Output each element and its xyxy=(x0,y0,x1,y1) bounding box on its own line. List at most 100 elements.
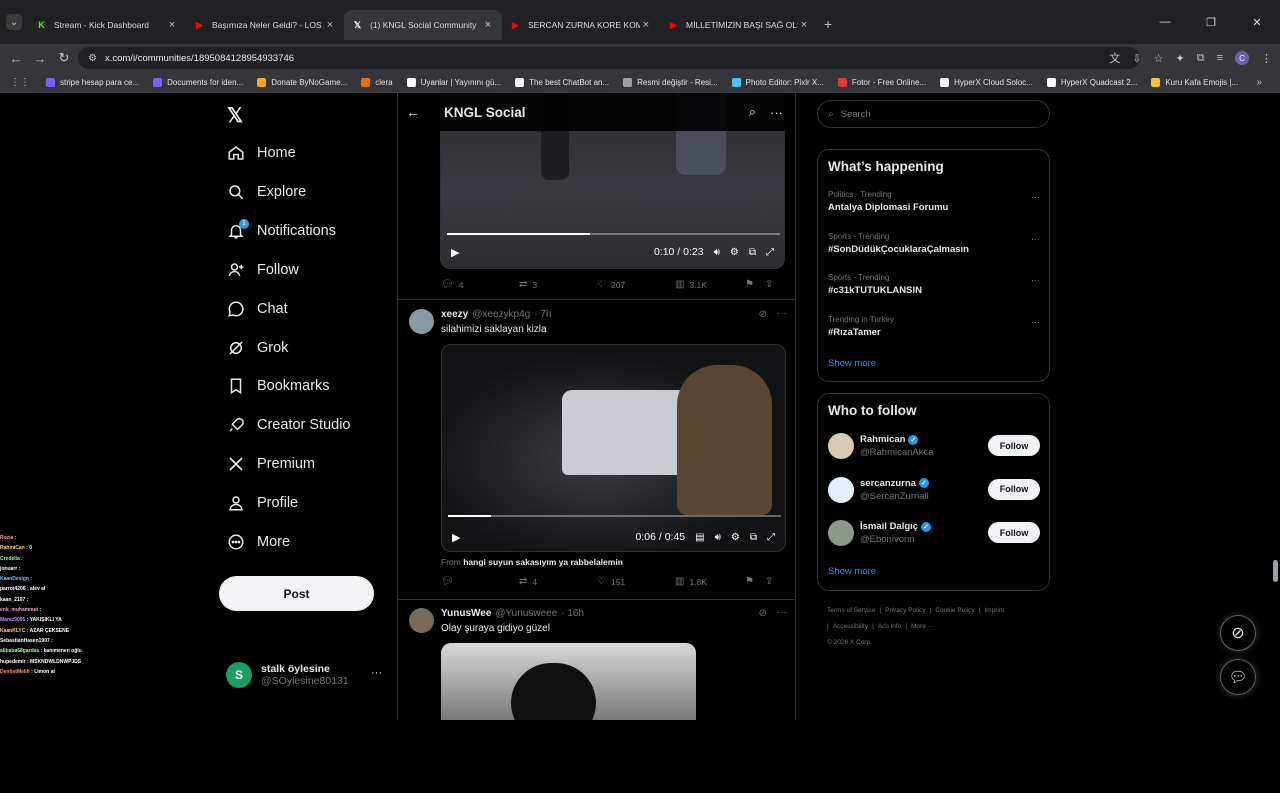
grok-icon[interactable]: ⊘ xyxy=(759,309,767,320)
bookmark-item[interactable]: Photo Editor: Pixlr X... xyxy=(731,77,824,87)
fullscreen-icon[interactable]: ⤢ xyxy=(766,247,774,258)
views-button[interactable]: ▥ 1.8K xyxy=(675,576,745,587)
search-icon[interactable]: ⌕ xyxy=(749,104,756,120)
more-options-icon[interactable]: ··· xyxy=(770,105,783,120)
tweet-age[interactable]: · 7h xyxy=(534,309,551,320)
captions-icon[interactable]: ▤ xyxy=(695,532,704,543)
back-arrow-icon[interactable]: ← xyxy=(406,104,436,120)
bookmark-item[interactable]: Donate ByNoGame... xyxy=(257,77,347,87)
search-input[interactable]: ⌕ Search xyxy=(817,100,1050,128)
footer-link[interactable]: Cookie Policy xyxy=(935,607,974,614)
trend-more-icon[interactable]: ··· xyxy=(1031,317,1040,327)
trend-item[interactable]: Politics · Trending Antalya Diplomasi For… xyxy=(828,190,1040,213)
play-icon[interactable]: ▶ xyxy=(452,531,460,544)
bookmark-button[interactable]: ⚑ xyxy=(745,576,765,587)
follow-suggestion[interactable]: Rahmican ✓ @RahmicanAkca Follow xyxy=(828,431,1040,461)
video-progress-bar[interactable] xyxy=(448,515,781,517)
tweet-image[interactable] xyxy=(441,643,696,720)
translate-icon[interactable]: 文 xyxy=(1109,50,1120,66)
nav-item-follow[interactable]: Follow xyxy=(226,260,299,280)
show-more-trends[interactable]: Show more xyxy=(828,358,876,369)
user-handle[interactable]: @Yunusweee xyxy=(495,608,557,619)
trend-more-icon[interactable]: ··· xyxy=(1031,275,1040,285)
close-tab-icon[interactable]: × xyxy=(640,19,652,31)
bookmark-item[interactable]: Kuru Kafa Emojis |... xyxy=(1151,77,1238,87)
like-button[interactable]: ♡ 151 xyxy=(597,576,675,587)
follow-suggestion[interactable]: sercanzurna ✓ @SercanZurnall Follow xyxy=(828,475,1040,505)
tweet-age[interactable]: · 16h xyxy=(561,608,584,619)
trend-item[interactable]: Sports · Trending #c31kTUTUKLANSIN ··· xyxy=(828,273,1040,296)
trend-more-icon[interactable]: ··· xyxy=(1031,192,1040,202)
profile-avatar[interactable]: C xyxy=(1235,51,1249,65)
nav-item-chat[interactable]: Chat xyxy=(226,299,288,319)
pip-icon[interactable]: ⧉ xyxy=(750,532,757,543)
site-info-icon[interactable]: ⚙ xyxy=(88,53,97,64)
nav-item-explore[interactable]: Explore xyxy=(226,182,306,202)
account-switcher[interactable]: S stalk öylesine @SOylesine80131 ··· xyxy=(226,657,386,693)
reply-button[interactable]: 💬︎ 4 xyxy=(441,279,519,290)
footer-link[interactable]: More ··· xyxy=(911,623,934,630)
bookmark-item[interactable]: Fotor - Free Online... xyxy=(837,77,926,87)
follow-button[interactable]: Follow xyxy=(988,522,1040,543)
close-tab-icon[interactable]: × xyxy=(166,19,178,31)
x-logo-icon[interactable]: 𝕏 xyxy=(227,103,243,128)
media-control-icon[interactable]: ≡ xyxy=(1217,52,1223,64)
trend-item[interactable]: Trending in Turkey #RızaTamer ··· xyxy=(828,315,1040,338)
chrome-menu-icon[interactable]: ⋮ xyxy=(1261,52,1272,65)
bookmark-item[interactable]: stripe hesap para ce... xyxy=(46,77,139,87)
user-avatar[interactable] xyxy=(828,476,854,503)
footer-link[interactable]: Accessibility xyxy=(833,623,868,630)
puzzle-extensions-icon[interactable]: ⧉ xyxy=(1197,52,1205,65)
browser-tab[interactable]: ▶ Başımıza Neler Geldi? - LOS ANGE× xyxy=(186,10,344,40)
footer-link[interactable]: © 2026 X Corp. xyxy=(827,639,872,646)
grok-icon[interactable]: ⊘ xyxy=(759,608,767,619)
share-button[interactable]: ⇪ xyxy=(765,279,773,290)
nav-item-notifications[interactable]: 1 Notifications xyxy=(226,218,336,241)
account-more-icon[interactable]: ··· xyxy=(371,667,382,679)
bookmark-item[interactable]: Documents for iden... xyxy=(153,77,243,87)
extension-icon[interactable]: ✦ xyxy=(1176,52,1185,65)
tweet[interactable]: YunusWee @Yunusweee · 16h ⊘ ··· Olay şur… xyxy=(398,599,795,720)
browser-tab[interactable]: ▶ MİLLETİMİZİN BAŞI SAĞ OLSUN× xyxy=(660,10,818,40)
close-tab-icon[interactable]: × xyxy=(482,19,494,31)
user-avatar[interactable] xyxy=(828,433,854,459)
nav-item-premium[interactable]: Premium xyxy=(226,454,315,474)
footer-link[interactable]: Imprint xyxy=(984,607,1004,614)
close-window-icon[interactable]: ✕ xyxy=(1234,16,1280,29)
follow-button[interactable]: Follow xyxy=(988,435,1040,456)
repost-button[interactable]: ⇄ 3 xyxy=(519,279,597,290)
follow-suggestion[interactable]: İsmail Dalgıç ✓ @Ebonivonn Follow xyxy=(828,518,1040,548)
play-icon[interactable]: ▶ xyxy=(451,246,459,259)
tweet[interactable]: xeezy @xeezykp4g · 7h ⊘ ··· silahimizi s… xyxy=(398,299,795,599)
footer-link[interactable]: Ads info xyxy=(878,623,902,630)
nav-item-grok[interactable]: Grok xyxy=(226,338,288,358)
user-avatar[interactable] xyxy=(409,608,434,633)
star-bookmark-icon[interactable]: ☆ xyxy=(1154,52,1164,65)
repost-button[interactable]: ⇄ 4 xyxy=(519,576,597,587)
bookmark-item[interactable]: HyperX Cloud Soloc... xyxy=(940,77,1033,87)
suggestion-name[interactable]: Rahmican xyxy=(860,434,905,445)
video-progress-bar[interactable] xyxy=(447,233,780,235)
close-tab-icon[interactable]: × xyxy=(798,19,810,31)
user-avatar[interactable] xyxy=(828,520,854,546)
tab-search-dropdown-icon[interactable]: ⌄ xyxy=(6,14,22,30)
url-bar[interactable]: ⚙ x.com/i/communities/189508412895493374… xyxy=(78,47,1140,69)
browser-tab[interactable]: ▶ SERCAN ZURNA KORE KOMİK ANLAR× xyxy=(502,10,660,40)
trend-more-icon[interactable]: ··· xyxy=(1031,234,1040,244)
forward-arrow-icon[interactable]: → xyxy=(28,51,52,66)
post-button[interactable]: Post xyxy=(219,576,374,611)
browser-tab[interactable]: K Stream - Kick Dashboard × xyxy=(28,10,186,40)
volume-icon[interactable]: 🔊︎ xyxy=(715,532,721,543)
like-button[interactable]: ♡ 207 xyxy=(597,279,675,290)
restore-icon[interactable]: ❐ xyxy=(1188,16,1234,29)
pip-icon[interactable]: ⧉ xyxy=(749,247,756,258)
tweet-more-icon[interactable]: ··· xyxy=(777,308,787,319)
follow-button[interactable]: Follow xyxy=(988,478,1040,500)
bookmark-item[interactable]: clera xyxy=(361,77,393,87)
bookmark-item[interactable]: HyperX Quadcast 2... xyxy=(1046,77,1137,87)
close-tab-icon[interactable]: × xyxy=(324,19,336,31)
nav-item-profile[interactable]: Profile xyxy=(226,493,298,513)
grok-fab-button[interactable]: ⊘ xyxy=(1220,615,1256,651)
user-handle[interactable]: @xeezykp4g xyxy=(472,309,530,320)
show-more-follow[interactable]: Show more xyxy=(828,566,876,577)
